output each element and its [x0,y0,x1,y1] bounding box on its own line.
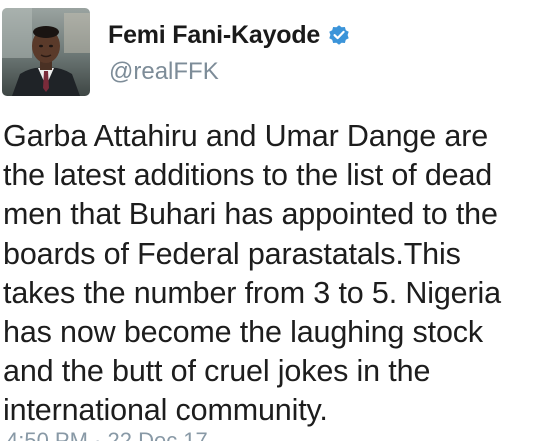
verified-badge-icon [329,25,349,45]
tweet-text-line: Garba Attahiru and Umar Dange are [3,119,489,153]
tweet-card: Femi Fani-Kayode @realFFK Garba Attahiru… [0,0,545,441]
profile-photo [2,8,90,96]
tweet-text-line: has now become the laughing stock [3,315,483,350]
author-handle[interactable]: @realFFK [109,58,219,86]
avatar[interactable] [2,8,90,96]
tweet-text-line: takes the number from 3 to 5. Nigeria [3,275,501,310]
tweet-timestamp[interactable]: 4:50 PM · 22 Dec 17 [6,428,208,441]
tweet-text-line: international community. [3,393,328,428]
tweet-text-line: boards of Federal parastatals.This [3,236,461,271]
author-display-name[interactable]: Femi Fani-Kayode [108,21,320,50]
tweet-text-line: the latest additions to the list of dead [3,158,493,193]
tweet-text-line: men that Buhari has appointed to the [3,197,498,232]
tweet-text-line: and the butt of cruel jokes in the [3,354,431,389]
author-name-row: Femi Fani-Kayode [108,18,351,52]
tweet-text: Garba Attahiru and Umar Dange are the la… [3,117,543,431]
